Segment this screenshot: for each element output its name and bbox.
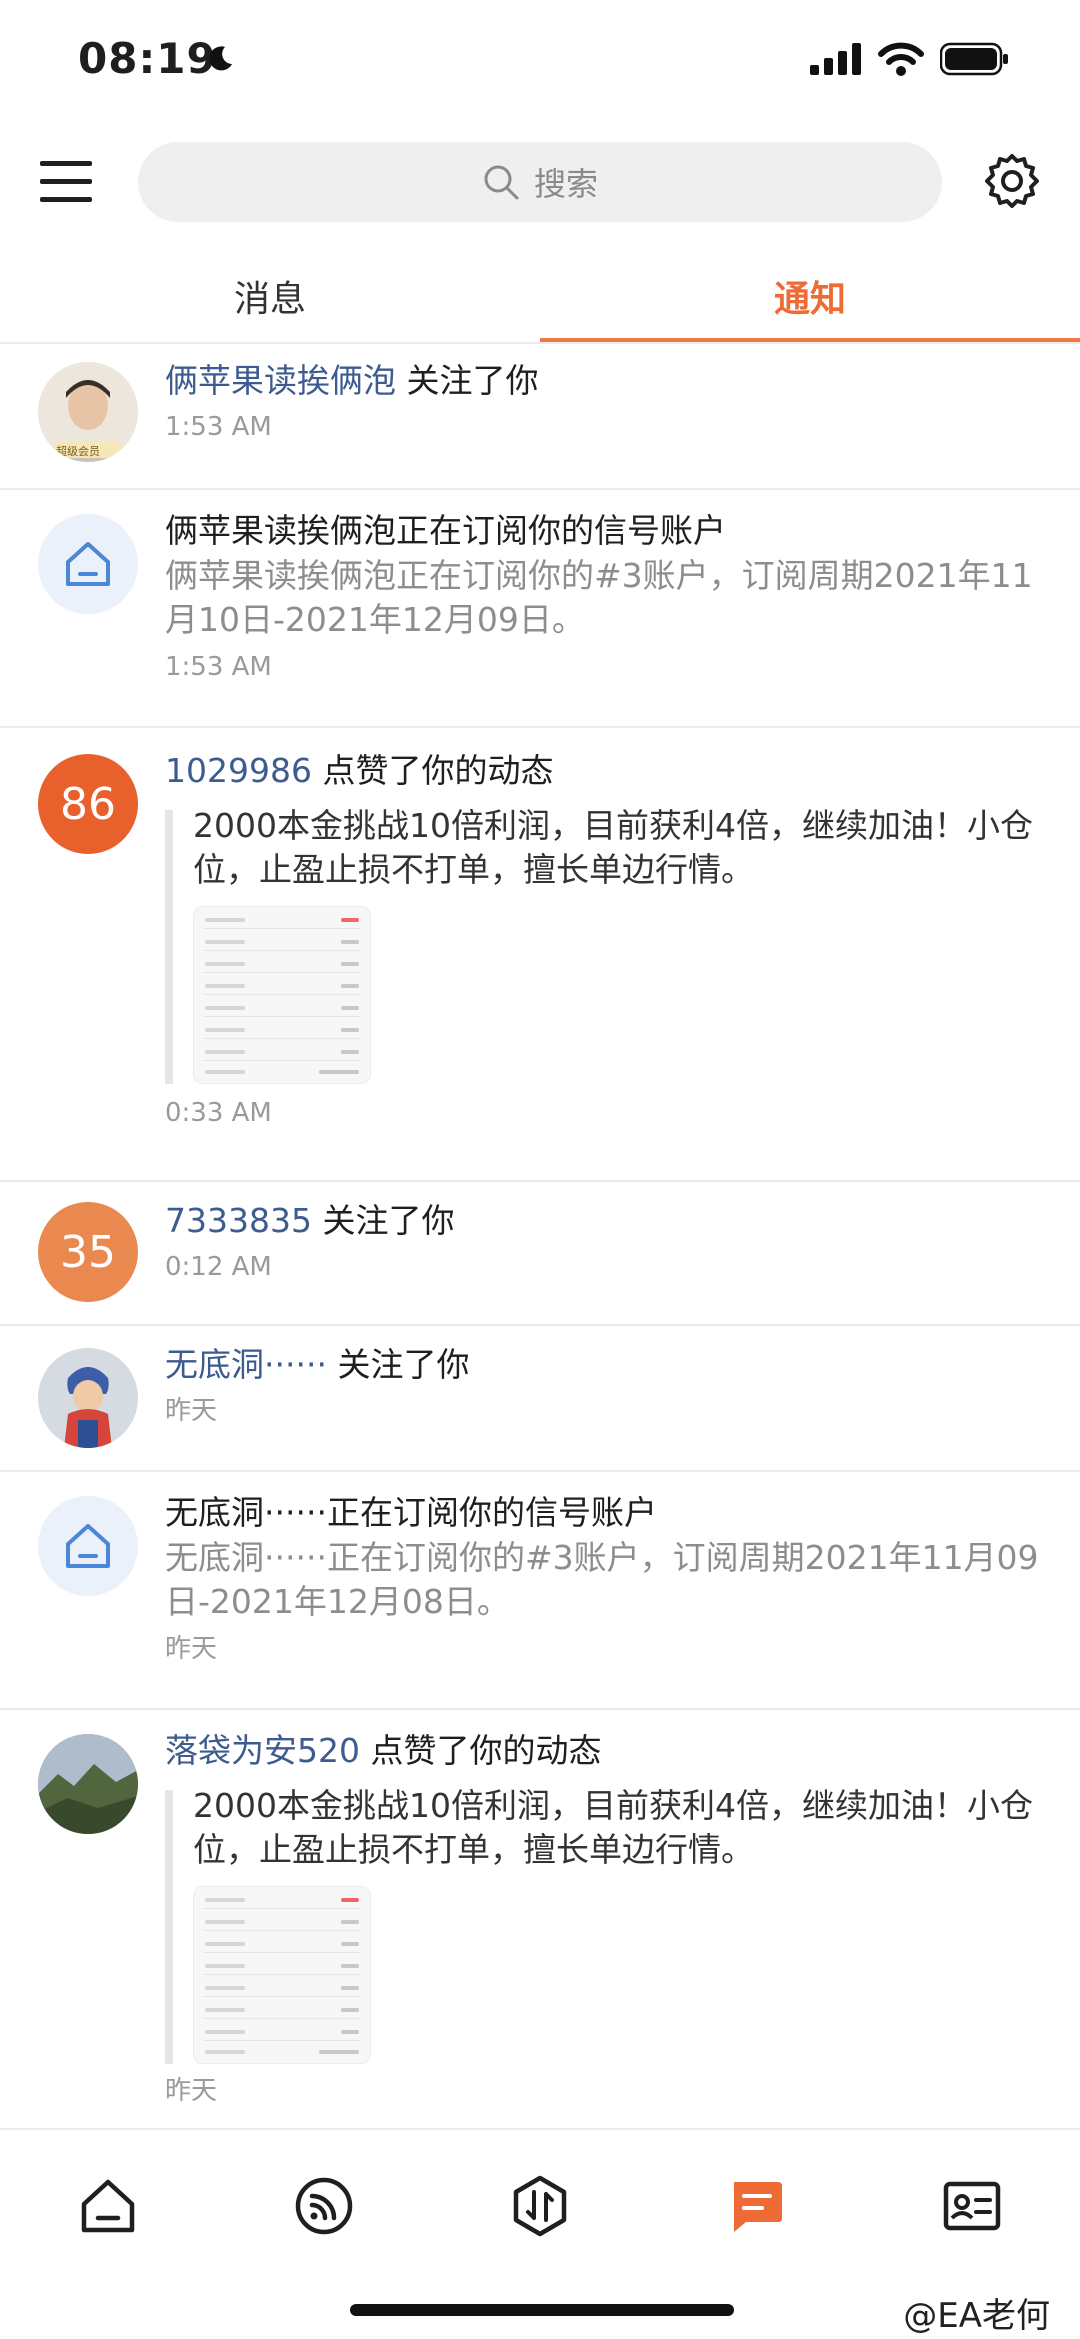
avatar[interactable]: 35 [38, 1202, 138, 1302]
tab-notifications[interactable]: 通知 [540, 250, 1080, 342]
home-icon [66, 1524, 110, 1568]
action-text: 关注了你 [322, 1201, 455, 1240]
search-placeholder: 搜索 [533, 165, 598, 203]
post-image-thumbnail[interactable] [193, 906, 371, 1084]
notification-desc: 俩苹果读挨俩泡正在订阅你的#3账户，订阅周期2021年11月10日-2021年1… [165, 556, 1033, 639]
avatar-caption: 超级会员 [56, 445, 100, 458]
moon-icon [209, 46, 232, 71]
timestamp: 1:53 AM [165, 652, 272, 682]
battery-icon [940, 42, 1008, 76]
avatar[interactable] [38, 1348, 138, 1448]
avatar[interactable]: 86 [38, 754, 138, 854]
search-icon [484, 165, 519, 200]
notification-desc: 无底洞······正在订阅你的#3账户，订阅周期2021年11月09日-2021… [165, 1538, 1039, 1621]
action-text: 点赞了你的动态 [370, 1731, 602, 1770]
notification-item[interactable]: 86 1029986 点赞了你的动态 2000本金挑战10倍利润，目前获利4倍，… [0, 728, 1080, 1182]
notification-item[interactable]: 无底洞······正在订阅你的信号账户 无底洞······正在订阅你的#3账户，… [0, 1472, 1080, 1710]
timestamp: 昨天 [165, 2076, 218, 2106]
username-link[interactable]: 无底洞······ [165, 1345, 327, 1384]
home-indicator [350, 2304, 734, 2316]
trade-icon[interactable] [508, 2174, 572, 2238]
quoted-post[interactable]: 2000本金挑战10倍利润，目前获利4倍，继续加油！小仓位，止盈止损不打单，擅长… [165, 804, 1040, 1084]
username-link[interactable]: 1029986 [165, 751, 312, 790]
profile-card-icon[interactable] [940, 2174, 1004, 2238]
wifi-icon [878, 42, 924, 76]
status-time: 08:19 [78, 34, 217, 83]
notification-item[interactable]: 35 7333835 关注了你 0:12 AM [0, 1182, 1080, 1326]
timestamp: 0:33 AM [165, 1098, 272, 1128]
settings-gear-icon[interactable] [983, 152, 1041, 210]
notification-list: 超级会员 俩苹果读挨俩泡 关注了你 1:53 AM 俩苹果读挨俩泡正在订阅你的信… [0, 344, 1080, 2150]
notification-item[interactable]: 超级会员 俩苹果读挨俩泡 关注了你 1:53 AM [0, 344, 1080, 490]
notification-title: 无底洞······正在订阅你的信号账户 [165, 1493, 657, 1532]
tab-messages[interactable]: 消息 [0, 250, 540, 342]
notification-item[interactable]: 落袋为安520 点赞了你的动态 2000本金挑战10倍利润，目前获利4倍，继续加… [0, 1710, 1080, 2150]
username-link[interactable]: 俩苹果读挨俩泡 [165, 361, 396, 400]
cellular-signal-icon [810, 43, 861, 75]
username-link[interactable]: 落袋为安520 [165, 1731, 360, 1770]
notification-title: 俩苹果读挨俩泡正在订阅你的信号账户 [165, 511, 726, 550]
watermark: @EA老何 [903, 2296, 1050, 2336]
quoted-post-text: 2000本金挑战10倍利润，目前获利4倍，继续加油！小仓位，止盈止损不打单，擅长… [193, 806, 1033, 889]
timestamp: 昨天 [165, 1396, 218, 1426]
username-link[interactable]: 7333835 [165, 1201, 312, 1240]
quoted-post-text: 2000本金挑战10倍利润，目前获利4倍，继续加油！小仓位，止盈止损不打单，擅长… [193, 1786, 1033, 1869]
post-image-thumbnail[interactable] [193, 1886, 371, 2064]
message-icon[interactable] [724, 2174, 788, 2238]
timestamp: 1:53 AM [165, 412, 272, 442]
system-avatar [38, 514, 138, 614]
notification-item[interactable]: 无底洞······ 关注了你 昨天 [0, 1326, 1080, 1472]
search-input[interactable]: 搜索 [138, 142, 942, 222]
notification-item[interactable]: 俩苹果读挨俩泡正在订阅你的信号账户 俩苹果读挨俩泡正在订阅你的#3账户，订阅周期… [0, 490, 1080, 728]
avatar[interactable] [38, 1734, 138, 1834]
system-avatar [38, 1496, 138, 1596]
action-text: 关注了你 [337, 1345, 470, 1384]
action-text: 点赞了你的动态 [322, 751, 554, 790]
action-text: 关注了你 [406, 361, 539, 400]
status-bar: 08:19 [0, 0, 1080, 120]
signal-icon[interactable] [292, 2174, 356, 2238]
timestamp: 0:12 AM [165, 1252, 272, 1282]
quoted-post[interactable]: 2000本金挑战10倍利润，目前获利4倍，继续加油！小仓位，止盈止损不打单，擅长… [165, 1784, 1040, 2064]
avatar[interactable]: 超级会员 [38, 362, 138, 462]
tab-bar: 消息 通知 [0, 250, 1080, 344]
home-icon[interactable] [76, 2174, 140, 2238]
menu-button[interactable] [40, 155, 96, 205]
home-icon [66, 542, 110, 586]
timestamp: 昨天 [165, 1634, 218, 1664]
